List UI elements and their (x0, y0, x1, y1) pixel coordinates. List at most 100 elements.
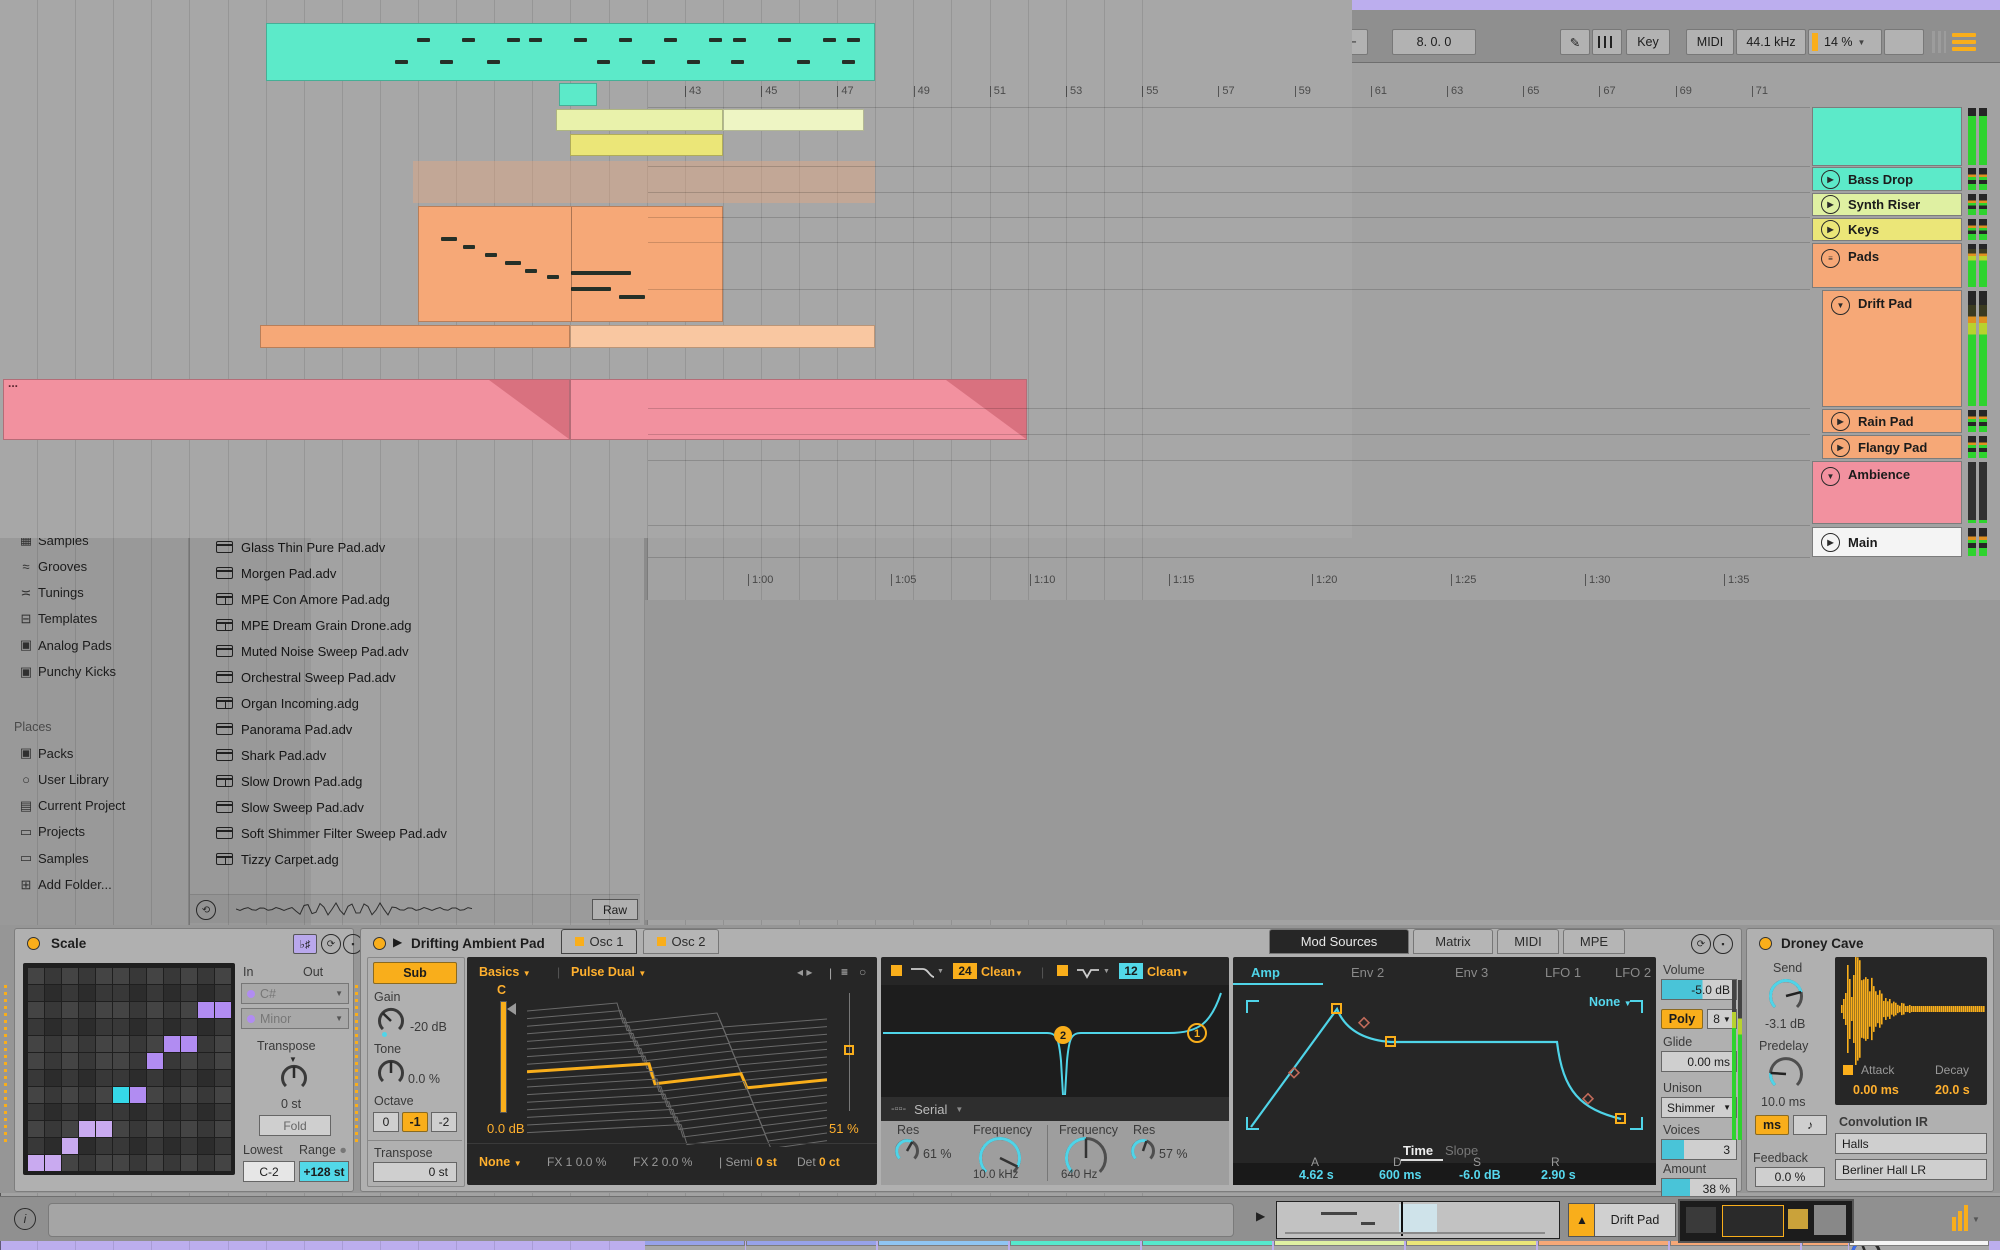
scale-grid-cell[interactable] (45, 1138, 61, 1154)
scale-grid-cell[interactable] (198, 1053, 214, 1069)
scale-grid-cell[interactable] (45, 968, 61, 984)
scale-grid-cell[interactable] (147, 1104, 163, 1120)
scale-grid-cell[interactable] (113, 1104, 129, 1120)
scale-grid-cell[interactable] (45, 1002, 61, 1018)
scale-grid-cell[interactable] (147, 1087, 163, 1103)
scale-awareness-icon[interactable]: ♭♯ (293, 934, 317, 954)
scale-grid-cell[interactable] (147, 985, 163, 1001)
scale-grid-cell[interactable] (113, 1002, 129, 1018)
scale-grid-cell[interactable] (147, 1036, 163, 1052)
scale-grid-cell[interactable] (130, 1002, 146, 1018)
scale-grid-cell[interactable] (147, 1070, 163, 1086)
predelay-knob[interactable] (1767, 1055, 1805, 1096)
scale-grid-cell[interactable] (28, 1087, 44, 1103)
scale-grid-cell[interactable] (79, 1138, 95, 1154)
scale-grid-cell[interactable] (113, 985, 129, 1001)
scale-grid-cell[interactable] (28, 1053, 44, 1069)
scale-grid-cell[interactable] (181, 1104, 197, 1120)
prev-next-icons[interactable]: ◂ ▸ (797, 965, 812, 979)
slider-handle[interactable] (507, 1003, 516, 1015)
scale-grid-cell[interactable] (113, 1019, 129, 1035)
octave-0-button[interactable]: 0 (373, 1112, 399, 1132)
track-header-main[interactable]: ▶ Main (1812, 527, 1962, 557)
device-on-led[interactable] (27, 937, 40, 950)
track-header-pads[interactable]: ≡ Pads (1812, 243, 1962, 288)
filter2-on-button[interactable] (1057, 965, 1068, 976)
scale-grid-cell[interactable] (79, 1104, 95, 1120)
scale-grid-cell[interactable] (215, 1036, 231, 1052)
volume-value[interactable]: -5.0 dB (1661, 979, 1737, 1000)
scale-grid-cell[interactable] (62, 1002, 78, 1018)
res1-knob[interactable] (893, 1137, 921, 1168)
play-icon[interactable]: ▶ (1831, 437, 1850, 457)
predelay-value[interactable]: 10.0 ms (1761, 1095, 1805, 1109)
scale-grid-cell[interactable] (181, 1121, 197, 1137)
scale-grid-cell[interactable] (215, 1138, 231, 1154)
scale-grid-cell[interactable] (215, 968, 231, 984)
scale-grid-cell[interactable] (79, 1002, 95, 1018)
scale-grid-cell[interactable] (28, 1138, 44, 1154)
voices-value[interactable]: 3 (1661, 1139, 1737, 1160)
device-on-led[interactable] (1759, 937, 1772, 950)
play-icon[interactable]: ▶ (1831, 411, 1850, 431)
scale-grid-cell[interactable] (96, 1138, 112, 1154)
scale-grid-cell[interactable] (130, 1087, 146, 1103)
scale-grid-cell[interactable] (147, 1155, 163, 1171)
scale-grid-cell[interactable] (147, 1002, 163, 1018)
play-icon[interactable]: ▶ (1821, 220, 1840, 239)
fx1-control[interactable]: FX 1 0.0 % (547, 1155, 606, 1169)
tab-mpe[interactable]: MPE (1563, 929, 1625, 954)
scale-grid-cell[interactable] (28, 1121, 44, 1137)
wavetable-display[interactable] (527, 987, 827, 1147)
scale-grid-cell[interactable] (28, 1155, 44, 1171)
scale-grid-cell[interactable] (28, 1019, 44, 1035)
filter2-type-chevron[interactable]: ▼ (1103, 968, 1110, 975)
scale-grid-cell[interactable] (45, 1053, 61, 1069)
scale-grid-cell[interactable] (45, 985, 61, 1001)
status-play-icon[interactable]: ▶ (1256, 1209, 1265, 1223)
scale-grid-cell[interactable] (62, 1070, 78, 1086)
scale-grid-cell[interactable] (130, 968, 146, 984)
subtab-amp[interactable]: Amp (1251, 965, 1280, 980)
track-header-keys[interactable]: ▶ Keys (1812, 218, 1962, 241)
freq2-value[interactable]: 640 Hz (1061, 1169, 1097, 1181)
notch-icon[interactable] (1075, 965, 1101, 979)
arrangement-overview[interactable] (1276, 1201, 1560, 1239)
track-header-rain-pad[interactable]: ▶ Rain Pad (1822, 409, 1962, 433)
wt-position-value[interactable]: 51 % (829, 1121, 859, 1136)
tab-osc1[interactable]: Osc 1 (561, 929, 637, 954)
scale-grid-cell[interactable] (164, 1104, 180, 1120)
position-slider-handle[interactable] (844, 1045, 854, 1055)
scale-grid-cell[interactable] (62, 968, 78, 984)
predelay-sync-button[interactable]: ♪ (1793, 1115, 1827, 1135)
tab-midi[interactable]: MIDI (1497, 929, 1559, 954)
scale-grid-cell[interactable] (62, 1104, 78, 1120)
scale-grid-cell[interactable] (96, 968, 112, 984)
scale-grid-cell[interactable] (113, 1138, 129, 1154)
scale-grid-cell[interactable] (147, 968, 163, 984)
scale-grid-cell[interactable] (96, 1087, 112, 1103)
scale-grid-cell[interactable] (198, 1070, 214, 1086)
scale-grid-cell[interactable] (28, 968, 44, 984)
scale-grid-cell[interactable] (130, 1053, 146, 1069)
scale-grid-cell[interactable] (96, 1002, 112, 1018)
transpose-value[interactable]: 0 st (373, 1162, 457, 1182)
scale-grid-cell[interactable] (96, 1070, 112, 1086)
play-icon[interactable]: ▶ (1821, 195, 1840, 214)
scale-grid-cell[interactable] (215, 1053, 231, 1069)
scale-grid-cell[interactable] (96, 1053, 112, 1069)
scale-grid-cell[interactable] (164, 1053, 180, 1069)
circle-view-icon[interactable]: ○ (859, 965, 866, 979)
scale-grid-cell[interactable] (45, 1019, 61, 1035)
filter1-type-chevron[interactable]: ▼ (937, 968, 944, 975)
selected-device-label[interactable]: Drift Pad (1594, 1203, 1676, 1237)
tab-mod-sources[interactable]: Mod Sources (1269, 929, 1409, 954)
gain-value[interactable]: -20 dB (410, 1020, 447, 1034)
scale-grid-cell[interactable] (147, 1138, 163, 1154)
detune-control[interactable]: Det 0 ct (797, 1155, 840, 1169)
scale-grid-cell[interactable] (181, 968, 197, 984)
wavetable-category-menu[interactable]: Basics ▼ (479, 965, 531, 979)
device-play-icon[interactable]: ▶ (393, 935, 402, 949)
group-icon[interactable]: ≡ (1821, 249, 1840, 268)
scale-grid-cell[interactable] (198, 1036, 214, 1052)
